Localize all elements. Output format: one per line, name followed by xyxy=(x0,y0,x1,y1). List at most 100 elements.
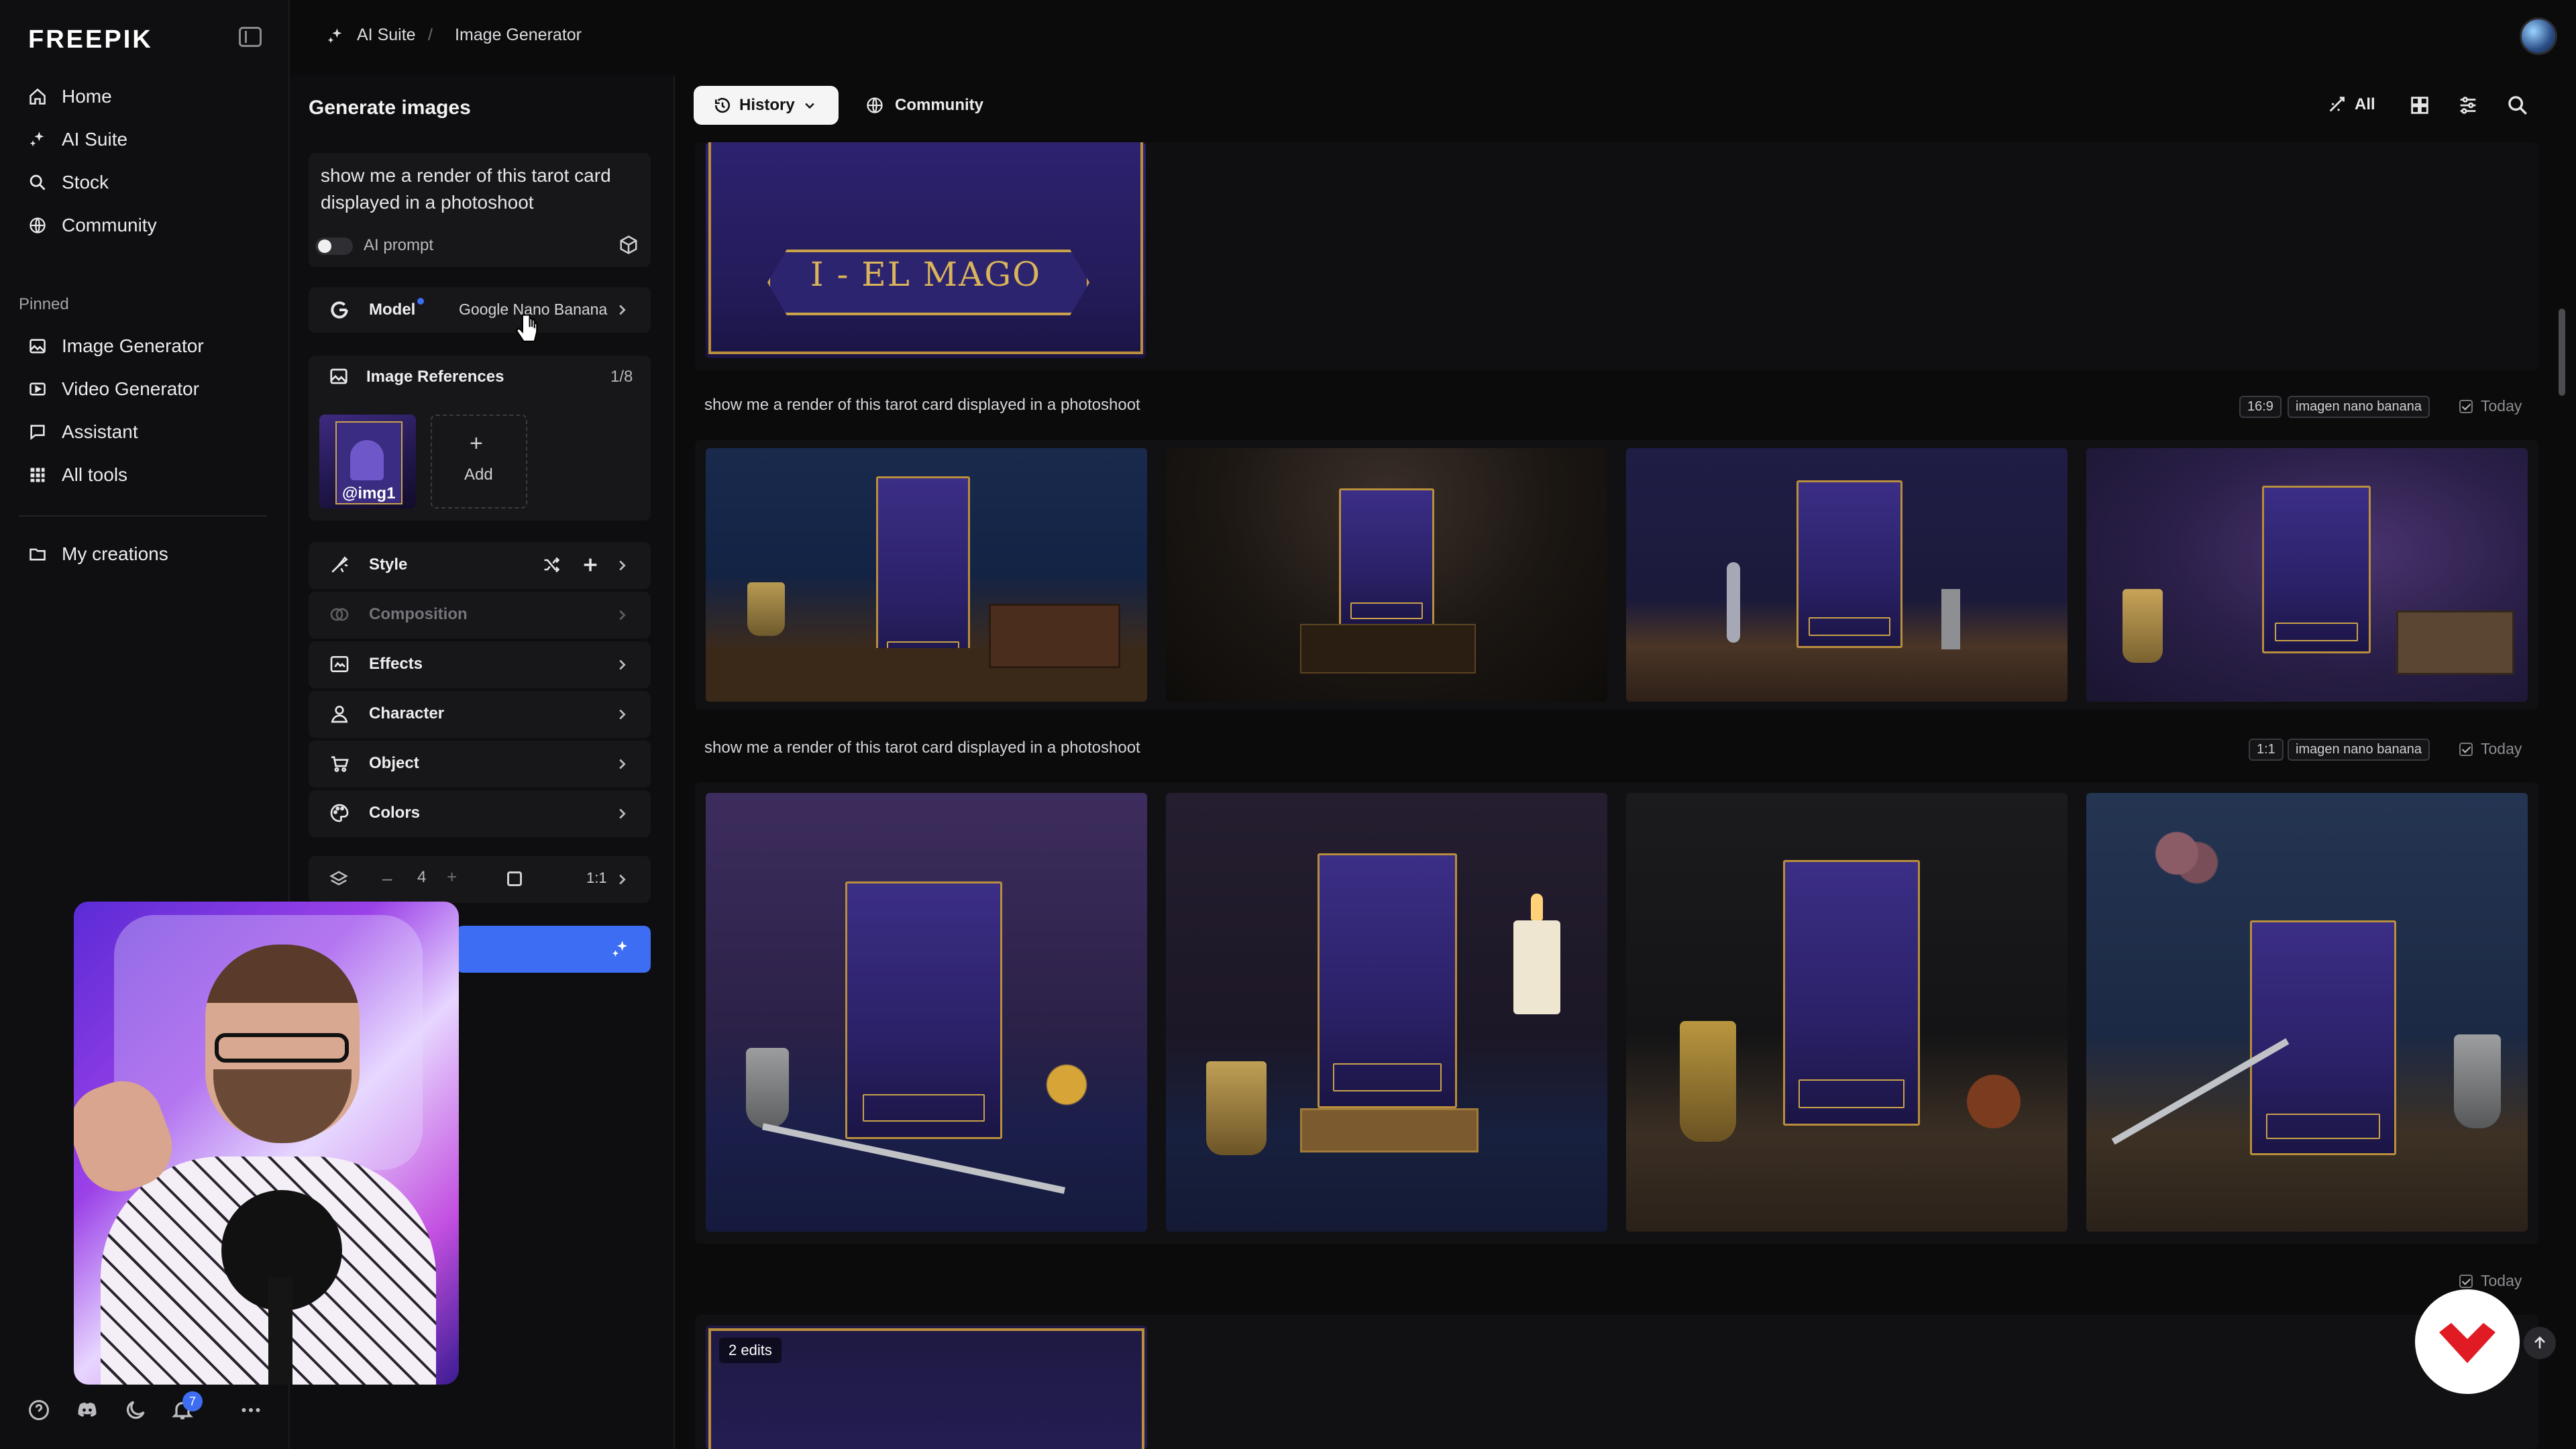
history-dropdown[interactable]: History xyxy=(694,86,839,125)
composition-icon xyxy=(330,608,349,621)
sparkle-icon xyxy=(30,131,44,147)
settings-row-effects[interactable] xyxy=(309,641,651,688)
model-chip: imagen nano banana xyxy=(2288,396,2430,418)
add-reference-button[interactable] xyxy=(431,415,527,508)
breadcrumb-current: Image Generator xyxy=(455,25,582,44)
model-label: Model xyxy=(369,301,416,319)
globe-icon xyxy=(30,217,46,233)
collapse-sidebar-icon[interactable] xyxy=(239,27,262,47)
dark-mode-icon[interactable] xyxy=(123,1398,148,1422)
scrollbar-thumb[interactable] xyxy=(2559,309,2565,396)
brand-logo-bubble[interactable] xyxy=(2415,1289,2520,1394)
result-image[interactable] xyxy=(1166,793,1607,1232)
reference-tag: @img1 xyxy=(342,484,396,502)
group-date[interactable]: Today xyxy=(2459,397,2522,415)
sidebar-item-label: Video Generator xyxy=(62,378,199,399)
aspect-ratio-chip: 16:9 xyxy=(2239,396,2282,418)
settings-row-colors[interactable] xyxy=(309,790,651,837)
filter-all-button[interactable]: All xyxy=(2355,95,2375,114)
settings-row-composition xyxy=(309,592,651,639)
character-icon xyxy=(331,706,348,723)
top-bar xyxy=(290,0,2576,76)
breadcrumb-ai-suite[interactable]: AI Suite xyxy=(357,25,416,45)
result-image[interactable]: 2 edits xyxy=(706,1326,1147,1449)
settings-row-object[interactable] xyxy=(309,741,651,788)
style-icon xyxy=(331,556,348,573)
sidebar-item-label: Assistant xyxy=(62,421,138,442)
result-image[interactable] xyxy=(2086,448,2528,702)
date-label: Today xyxy=(2481,740,2522,757)
discord-icon[interactable] xyxy=(75,1398,99,1422)
sidebar-item-my-creations[interactable]: My creations xyxy=(19,534,267,574)
group-date[interactable]: Today xyxy=(2459,740,2522,758)
sidebar-item-video-generator[interactable]: Video Generator xyxy=(19,369,267,409)
settings-sliders-icon[interactable] xyxy=(2457,94,2479,117)
ai-prompt-toggle[interactable] xyxy=(315,237,353,255)
sidebar-item-image-generator[interactable]: Image Generator xyxy=(19,326,267,366)
aspect-ratio-icon xyxy=(507,871,522,886)
freepik-logo[interactable]: FREEPIK xyxy=(28,25,153,54)
sidebar-item-label: Community xyxy=(62,215,157,235)
grid-view-icon[interactable] xyxy=(2408,94,2431,117)
more-icon[interactable] xyxy=(239,1398,263,1422)
result-image[interactable] xyxy=(2086,793,2528,1232)
user-avatar[interactable] xyxy=(2520,17,2557,55)
group-date[interactable]: Today xyxy=(2459,1272,2522,1290)
sparkle-icon xyxy=(327,28,342,44)
sidebar-item-stock[interactable]: Stock xyxy=(19,162,267,203)
prompt-input[interactable]: show me a render of this tarot card disp… xyxy=(321,162,616,216)
home-icon xyxy=(30,88,46,105)
sidebar-item-ai-suite[interactable]: AI Suite xyxy=(19,119,267,160)
sidebar-item-label: Home xyxy=(62,86,112,107)
image-references-count: 1/8 xyxy=(610,368,633,386)
result-image[interactable] xyxy=(706,448,1147,702)
chevron-right-icon xyxy=(619,560,626,571)
plus-icon: + xyxy=(470,431,483,456)
community-label: Community xyxy=(895,96,983,114)
sidebar-item-assistant[interactable]: Assistant xyxy=(19,412,267,452)
new-dot xyxy=(417,298,424,305)
effects-label: Effects xyxy=(369,655,423,673)
chevron-right-icon xyxy=(619,610,626,621)
aspect-ratio-value[interactable]: 1:1 xyxy=(586,869,607,887)
search-icon[interactable] xyxy=(2506,94,2529,117)
community-tab[interactable]: Community xyxy=(865,86,983,125)
settings-row-character[interactable] xyxy=(309,691,651,738)
search-icon xyxy=(30,174,46,191)
result-image[interactable] xyxy=(706,793,1147,1232)
scroll-to-top-button[interactable] xyxy=(2524,1327,2556,1359)
chevron-right-icon xyxy=(619,874,626,885)
cube-icon[interactable] xyxy=(619,235,639,255)
result-image[interactable] xyxy=(1166,448,1607,702)
sidebar-item-home[interactable]: Home xyxy=(19,76,267,117)
sidebar-item-label: AI Suite xyxy=(62,129,128,150)
model-chip: imagen nano banana xyxy=(2288,739,2430,761)
sidebar-item-all-tools[interactable]: All tools xyxy=(19,455,267,495)
select-checkbox[interactable] xyxy=(2459,742,2473,756)
filter-sparkle-icon[interactable] xyxy=(2326,94,2349,117)
sidebar-item-community[interactable]: Community xyxy=(19,205,267,246)
shuffle-icon[interactable] xyxy=(542,555,561,574)
mouse-cursor-icon xyxy=(515,314,538,342)
character-label: Character xyxy=(369,704,445,722)
select-checkbox[interactable] xyxy=(2459,1274,2473,1288)
result-image[interactable] xyxy=(1626,448,2068,702)
group-caption: show me a render of this tarot card disp… xyxy=(704,739,1140,757)
sidebar-item-label: Image Generator xyxy=(62,335,204,356)
date-label: Today xyxy=(2481,1272,2522,1289)
card-title-text: I - EL MAGO xyxy=(810,255,1042,294)
quantity-decrement[interactable]: – xyxy=(382,868,392,889)
quantity-increment[interactable]: + xyxy=(447,867,457,888)
webcam-overlay xyxy=(74,902,459,1385)
result-image[interactable]: I - EL MAGO xyxy=(706,142,1146,358)
sidebar-divider xyxy=(19,515,267,517)
composition-label: Composition xyxy=(369,605,468,623)
help-icon[interactable] xyxy=(27,1398,51,1422)
pinned-section-label: Pinned xyxy=(19,295,69,313)
result-image[interactable] xyxy=(1626,793,2068,1232)
history-label: History xyxy=(739,96,795,114)
select-checkbox[interactable] xyxy=(2459,399,2473,413)
layers-icon xyxy=(329,871,348,885)
plus-icon[interactable] xyxy=(581,555,600,574)
history-icon xyxy=(714,97,731,113)
